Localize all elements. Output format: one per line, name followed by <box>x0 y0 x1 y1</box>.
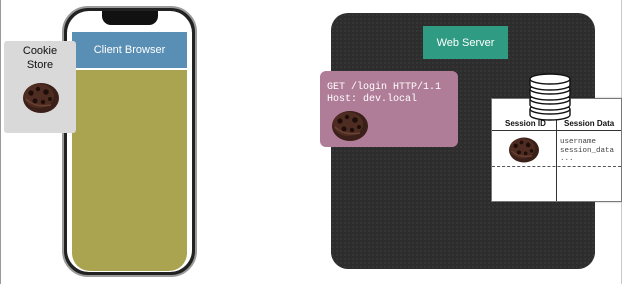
cookie-icon <box>332 111 368 141</box>
request-line-1: GET /login HTTP/1.1 <box>327 82 442 93</box>
request-line-2: Host: dev.local <box>327 94 418 105</box>
session-data-username: username <box>560 138 597 146</box>
session-data-ellipsis: ... <box>560 155 574 163</box>
client-browser-label: Client Browser <box>93 44 166 56</box>
frame-edge-left <box>0 0 1 284</box>
phone-notch <box>102 11 158 25</box>
web-server-label-text: Web Server <box>436 36 495 49</box>
database-icon <box>529 73 571 121</box>
cookie-icon <box>23 83 59 113</box>
client-browser-bar: Client Browser <box>72 32 187 68</box>
web-server-label: Web Server <box>423 26 508 59</box>
cookie-store-label-line2: Store <box>26 59 54 71</box>
phone-device: Client Browser <box>62 6 197 277</box>
client-browser-viewport <box>72 70 187 271</box>
cookie-icon <box>509 137 539 163</box>
phone-screen: Client Browser <box>67 11 192 272</box>
cookie-store-label-line1: Cookie <box>22 45 58 57</box>
